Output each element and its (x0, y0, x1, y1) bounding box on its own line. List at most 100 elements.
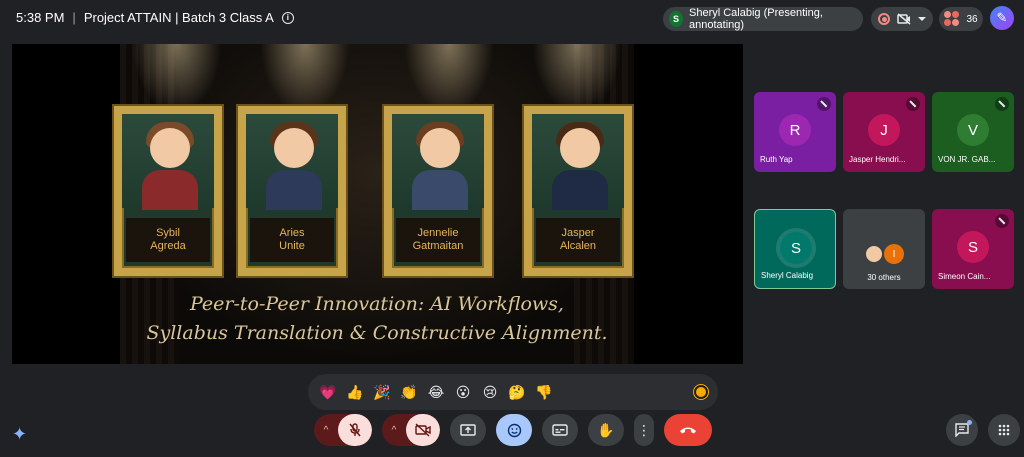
people-icon (944, 11, 960, 27)
mic-off-icon (906, 97, 920, 111)
participant-avatar: I (884, 244, 904, 264)
mic-off-icon (349, 423, 361, 437)
participants-button[interactable]: 36 (939, 7, 983, 31)
mic-off-icon (817, 97, 831, 111)
camera-off-icon (415, 423, 431, 437)
skin-tone-selector[interactable] (694, 385, 708, 399)
recording-icon (878, 13, 890, 25)
caption-line: Peer-to-Peer Innovation: AI Workflows, (190, 293, 564, 315)
participant-avatar: V (957, 114, 989, 146)
participant-tile-speaking[interactable]: S Sheryl Calabig (754, 209, 836, 289)
mic-off-icon (995, 97, 1009, 111)
presenter-label: Sheryl Calabig (Presenting, annotating) (689, 7, 823, 31)
reaction-surprised[interactable]: 😮 (453, 384, 473, 401)
reaction-thumbs-down[interactable]: 👎 (534, 384, 554, 401)
reactions-bar: 💗 👍 🎉 👏 😂 😮 😢 🤔 👎 (308, 374, 718, 410)
chat-button[interactable] (946, 414, 978, 446)
reaction-sad[interactable]: 😢 (480, 384, 500, 401)
meeting-info: 5:38 PM | Project ATTAIN | Batch 3 Class… (16, 10, 294, 25)
top-bar: 5:38 PM | Project ATTAIN | Batch 3 Class… (0, 0, 1024, 36)
present-screen-icon (460, 423, 476, 436)
more-options-button[interactable]: ⋮ (634, 414, 654, 446)
portrait-face (560, 128, 600, 168)
others-tile[interactable]: I 30 others (843, 209, 925, 289)
participant-name: Ruth Yap (760, 155, 793, 164)
hand-icon: ✋ (597, 421, 615, 438)
portrait-nameplate: Sybil Agreda (126, 218, 210, 262)
call-controls: ^ ^ ✋ ⋮ (314, 414, 712, 446)
reaction-heart[interactable]: 💗 (318, 384, 338, 401)
separator: | (72, 10, 76, 25)
emoji-icon (507, 423, 521, 437)
pen-sparkle-icon: ✎ (996, 10, 1008, 25)
reaction-laugh[interactable]: 😂 (426, 384, 446, 401)
slide-caption: Peer-to-Peer Innovation: AI Workflows, S… (120, 290, 634, 347)
spotlight (132, 44, 222, 114)
leave-call-button[interactable] (664, 414, 712, 446)
apps-grid-icon (998, 424, 1010, 436)
camera-control: ^ (382, 414, 440, 446)
clock: 5:38 PM (16, 10, 65, 25)
end-call-icon (680, 427, 696, 434)
captions-icon (552, 424, 568, 436)
spotlight (404, 44, 494, 114)
portrait-face (420, 128, 460, 168)
captions-button[interactable] (542, 414, 578, 446)
portrait-nameplate: Jennelie Gatmaitan (396, 218, 480, 262)
reaction-clap[interactable]: 👏 (399, 384, 419, 401)
portrait-nameplate: Aries Unite (250, 218, 334, 262)
activities-button[interactable] (988, 414, 1020, 446)
presentation-stage: Sybil Agreda Aries Unite Jennelie Gatmai… (12, 44, 743, 364)
raise-hand-button[interactable]: ✋ (588, 414, 624, 446)
gemini-sparkle-icon[interactable]: ✦ (12, 424, 32, 444)
notification-dot (967, 420, 972, 425)
participant-tile[interactable]: V VON JR. GAB... (932, 92, 1014, 172)
portrait-frame: Jasper Alcalen (524, 106, 632, 276)
reactions-button[interactable] (496, 414, 532, 446)
participant-count: 36 (966, 13, 978, 25)
participant-name: VON JR. GAB... (938, 155, 996, 164)
reaction-thinking[interactable]: 🤔 (507, 384, 527, 401)
participant-tile[interactable]: S Simeon Cain... (932, 209, 1014, 289)
mic-control: ^ (314, 414, 372, 446)
reaction-party[interactable]: 🎉 (372, 384, 392, 401)
portrait-face (150, 128, 190, 168)
mic-off-button[interactable] (338, 414, 372, 446)
presenter-chip[interactable]: S Sheryl Calabig (Presenting, annotating… (663, 7, 863, 31)
meeting-title: Project ATTAIN | Batch 3 Class A (83, 10, 274, 25)
spotlight (532, 44, 622, 114)
presenter-avatar: S (669, 11, 683, 27)
participant-name: Sheryl Calabig (761, 271, 814, 280)
info-icon[interactable]: i (281, 11, 294, 24)
caption-line: Syllabus Translation & Constructive Alig… (146, 321, 608, 344)
spotlight (260, 44, 350, 114)
participant-avatar: S (780, 232, 812, 264)
participant-tile[interactable]: J Jasper Hendri... (843, 92, 925, 172)
portrait-frame: Aries Unite (238, 106, 346, 276)
portrait-frame: Sybil Agreda (114, 106, 222, 276)
recording-chip[interactable] (871, 7, 933, 31)
audio-options-chevron-icon[interactable]: ^ (314, 414, 338, 446)
chat-icon (955, 423, 969, 437)
portrait-frame: Jennelie Gatmaitan (384, 106, 492, 276)
camera-off-button[interactable] (406, 414, 440, 446)
participant-avatar: S (957, 231, 989, 263)
reaction-thumbs-up[interactable]: 👍 (345, 384, 365, 401)
participant-name: Jasper Hendri... (849, 155, 906, 164)
video-options-chevron-icon[interactable]: ^ (382, 414, 406, 446)
portrait-face (274, 128, 314, 168)
participant-thumbnail (864, 244, 884, 264)
chevron-down-icon (918, 17, 926, 21)
annotate-button[interactable]: ✎ (990, 6, 1014, 30)
participant-avatar: R (779, 114, 811, 146)
present-button[interactable] (450, 414, 486, 446)
mic-off-icon (995, 214, 1009, 228)
more-vert-icon: ⋮ (637, 421, 651, 438)
participant-tile[interactable]: R Ruth Yap (754, 92, 836, 172)
participant-name: Simeon Cain... (938, 272, 991, 281)
others-count-label: 30 others (867, 273, 901, 282)
participant-avatar: J (868, 114, 900, 146)
portrait-nameplate: Jasper Alcalen (536, 218, 620, 262)
no-video-icon (897, 13, 911, 25)
presentation-slide: Sybil Agreda Aries Unite Jennelie Gatmai… (114, 44, 634, 364)
